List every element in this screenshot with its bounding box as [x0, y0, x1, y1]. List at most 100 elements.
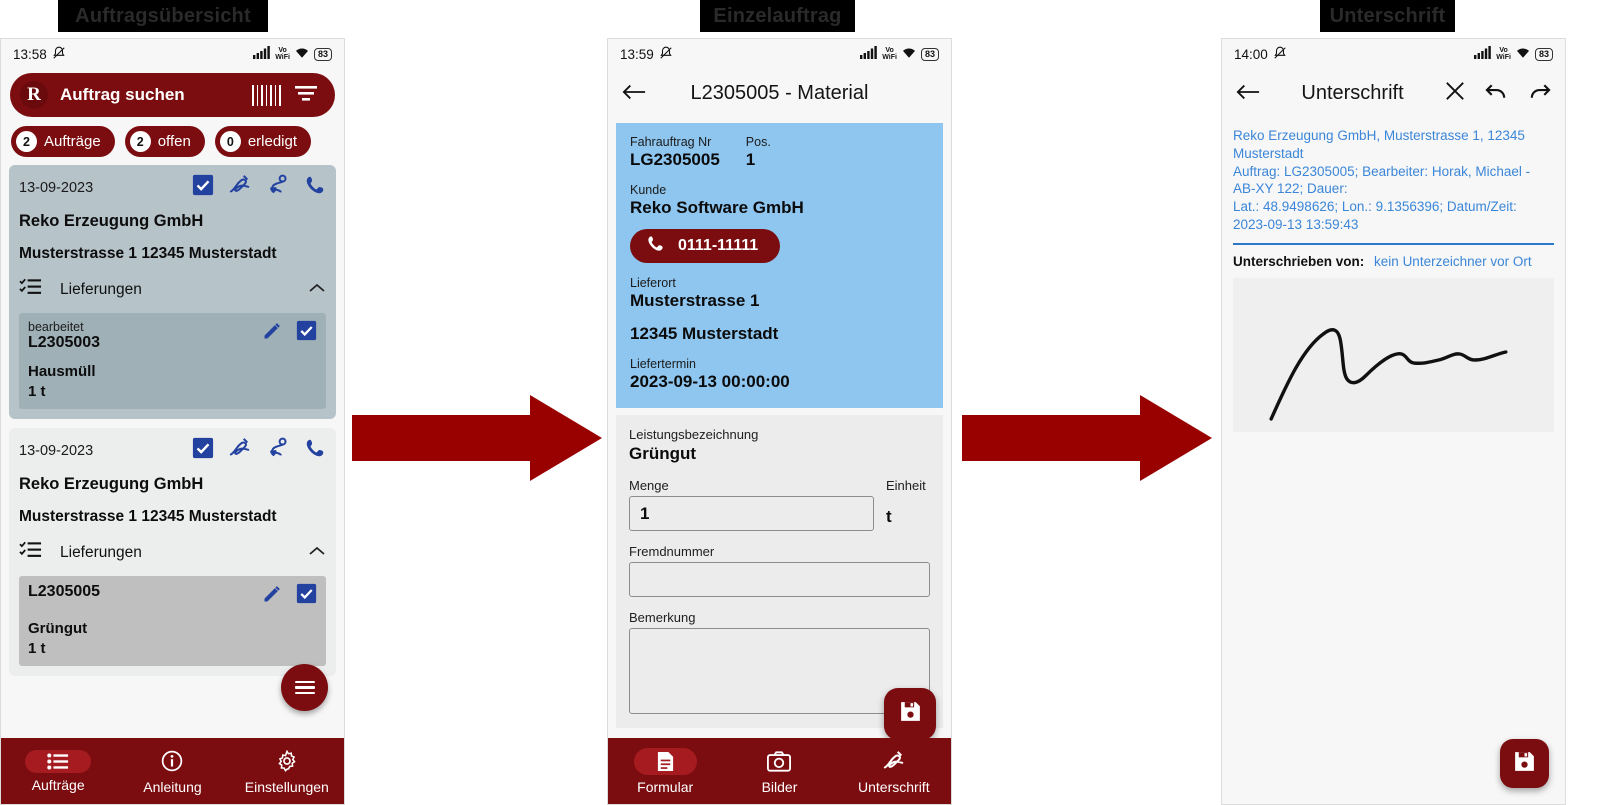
bell-muted-icon: [1273, 46, 1287, 63]
delivery-material: Hausmüll: [28, 363, 96, 380]
check-box-icon[interactable]: [192, 437, 214, 464]
filter-icon[interactable]: [293, 83, 319, 108]
deliveries-toggle[interactable]: Lieferungen: [19, 540, 326, 565]
camera-icon: [745, 748, 813, 775]
delivery-city: 12345 Musterstadt: [630, 324, 779, 343]
checklist-icon: [19, 277, 42, 302]
nav-item-anleitung[interactable]: Anleitung: [116, 747, 229, 795]
nav-label: Anleitung: [143, 779, 202, 795]
deliveries-label: Lieferungen: [60, 543, 142, 561]
signed-by-row: Unterschrieben von: kein Unterzeichner v…: [1222, 245, 1565, 269]
order-no-value: LG2305005: [630, 150, 720, 169]
barcode-icon[interactable]: [251, 84, 281, 106]
pill-label: erledigt: [247, 133, 298, 150]
nav-item-bilder[interactable]: Bilder: [723, 748, 836, 795]
delivery-item[interactable]: bearbeitet L2305003 Hausmüll 1 t: [19, 313, 326, 409]
customer-value: Reko Software GmbH: [630, 198, 804, 217]
material-form: Leistungsbezeichnung Grüngut Menge 1 Ein…: [616, 415, 943, 740]
nav-label: Aufträge: [31, 776, 85, 793]
pill-offen[interactable]: 2 offen: [124, 126, 205, 157]
route-icon[interactable]: [266, 174, 290, 201]
nav-item-einstellungen[interactable]: Einstellungen: [230, 747, 343, 795]
delivery-street: Musterstrasse 1: [630, 291, 760, 310]
call-customer-button[interactable]: 0111-11111: [630, 229, 781, 263]
order-card[interactable]: 13-09-2023 Reko Erzeugung GmbH Musterstr…: [9, 165, 336, 419]
status-bar: 14:00 Vo WiFi 83: [1222, 39, 1565, 69]
transition-arrow-2: [962, 393, 1212, 488]
phone-screen-unterschrift: 14:00 Vo WiFi 83 Unterschrift Reko Erzeu…: [1221, 38, 1566, 805]
unit-label: Einheit: [886, 478, 926, 493]
phone-icon[interactable]: [304, 437, 326, 464]
search-input[interactable]: Auftrag suchen: [60, 85, 240, 105]
volte-wifi-icon: Vo WiFi: [882, 47, 897, 61]
caption-einzelauftrag: Einzelauftrag: [700, 0, 855, 32]
signed-by-value[interactable]: kein Unterzeichner vor Ort: [1374, 254, 1532, 269]
phone-icon[interactable]: [304, 174, 326, 201]
volte-wifi-icon: Vo WiFi: [1496, 47, 1511, 61]
volte-wifi-icon: Vo WiFi: [275, 47, 290, 61]
battery-icon: 83: [1534, 47, 1553, 61]
foreign-no-label: Fremdnummer: [629, 544, 715, 559]
nav-item-auftraege[interactable]: Aufträge: [2, 749, 115, 793]
signature-info-line: Auftrag: LG2305005; Bearbeiter: Horak, M…: [1233, 163, 1531, 197]
app-bar: Unterschrift: [1222, 69, 1565, 117]
save-fab-button[interactable]: [1500, 739, 1549, 788]
back-arrow-icon[interactable]: [1236, 82, 1260, 105]
route-icon[interactable]: [266, 437, 290, 464]
save-icon: [1512, 749, 1537, 779]
status-time: 13:58: [13, 46, 47, 62]
amount-input[interactable]: 1: [629, 496, 874, 531]
check-box-icon[interactable]: [296, 320, 317, 346]
app-bar: L2305005 - Material: [608, 69, 951, 117]
caption-label: Einzelauftrag: [713, 4, 842, 27]
pencil-icon[interactable]: [262, 321, 282, 346]
gear-icon: [254, 747, 320, 775]
menu-fab-button[interactable]: [281, 664, 328, 711]
signature-icon[interactable]: [228, 437, 252, 464]
order-card[interactable]: 13-09-2023 Reko Erzeugung GmbH Musterstr…: [9, 428, 336, 676]
undo-icon[interactable]: [1485, 82, 1508, 105]
signature-info-line: Lat.: 48.9498626; Lon.: 9.1356396; Datum…: [1233, 199, 1517, 233]
foreign-no-input[interactable]: [629, 562, 930, 597]
deliveries-toggle[interactable]: Lieferungen: [19, 277, 326, 302]
nav-item-formular[interactable]: Formular: [609, 747, 722, 795]
nav-label: Bilder: [761, 778, 798, 795]
search-bar[interactable]: R Auftrag suchen: [10, 73, 335, 117]
status-bar: 13:59 Vo WiFi 83: [608, 39, 951, 69]
nav-label: Unterschrift: [858, 779, 930, 795]
pill-auftraege[interactable]: 2 Aufträge: [11, 126, 115, 157]
back-arrow-icon[interactable]: [622, 82, 646, 105]
caption-label: Auftragsübersicht: [75, 4, 251, 27]
signature-icon[interactable]: [228, 174, 252, 201]
order-customer: Reko Erzeugung GmbH: [19, 475, 204, 493]
filter-pills: 2 Aufträge 2 offen 0 erledigt: [1, 117, 344, 165]
check-box-icon[interactable]: [192, 174, 214, 201]
pos-label: Pos.: [745, 135, 771, 149]
save-fab-button[interactable]: [884, 688, 936, 740]
redo-icon[interactable]: [1528, 82, 1551, 105]
pencil-icon[interactable]: [262, 584, 282, 609]
phone-number: 0111-11111: [678, 237, 759, 254]
battery-icon: 83: [313, 47, 332, 61]
check-box-icon[interactable]: [296, 583, 317, 609]
pill-erledigt[interactable]: 0 erledigt: [214, 126, 312, 157]
close-icon[interactable]: [1445, 81, 1465, 106]
delivery-item[interactable]: L2305005 Grüngut 1 t: [19, 576, 326, 666]
pill-label: offen: [157, 133, 191, 150]
screenshot-stage: Auftragsübersicht Einzelauftrag Untersch…: [0, 0, 1600, 805]
signal-bars-icon: [253, 46, 271, 62]
customer-label: Kunde: [630, 183, 667, 197]
caption-label: Unterschrift: [1329, 4, 1446, 27]
signature-icon: [860, 747, 928, 775]
signature-canvas[interactable]: [1233, 277, 1554, 432]
bottom-navigation: Formular Bilder Unterschrift: [608, 738, 951, 804]
order-address: Musterstrasse 1 12345 Musterstadt: [19, 508, 277, 525]
chevron-up-icon[interactable]: [308, 545, 326, 560]
phone-screen-einzelauftrag: 13:59 Vo WiFi 83 L2305005 - Material Fah…: [607, 38, 952, 805]
pos-value: 1: [745, 150, 756, 169]
delivery-number: L2305005: [28, 583, 101, 600]
chevron-up-icon[interactable]: [308, 282, 326, 297]
nav-item-unterschrift[interactable]: Unterschrift: [837, 747, 950, 795]
amount-label: Menge: [629, 478, 669, 493]
checklist-icon: [19, 540, 42, 565]
